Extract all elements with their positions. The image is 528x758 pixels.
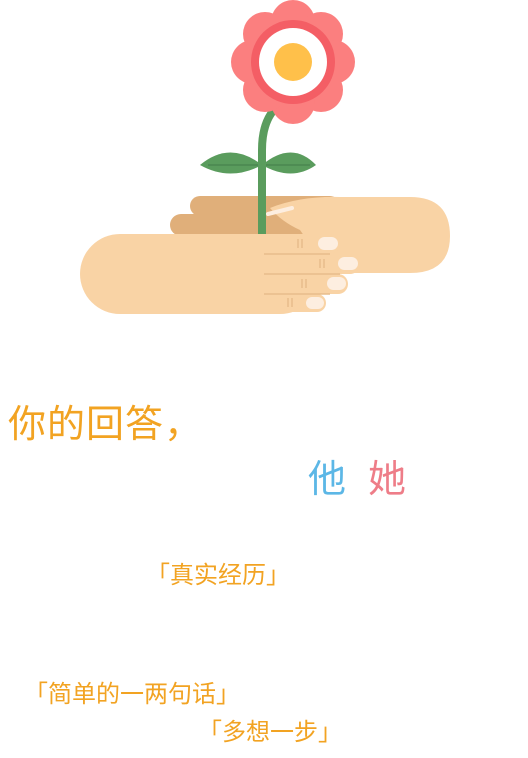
quote-simple-words: 「简单的一两句话」 bbox=[24, 680, 240, 708]
quote-think-more: 「多想一步」 bbox=[198, 718, 342, 746]
label-she: 她 bbox=[368, 457, 407, 501]
label-he: 他 bbox=[308, 457, 347, 501]
hands-holding-flower-icon bbox=[80, 0, 450, 314]
quote-real-experience: 「真实经历」 bbox=[146, 561, 290, 589]
headline-your-answer: 你的回答， bbox=[8, 402, 204, 446]
